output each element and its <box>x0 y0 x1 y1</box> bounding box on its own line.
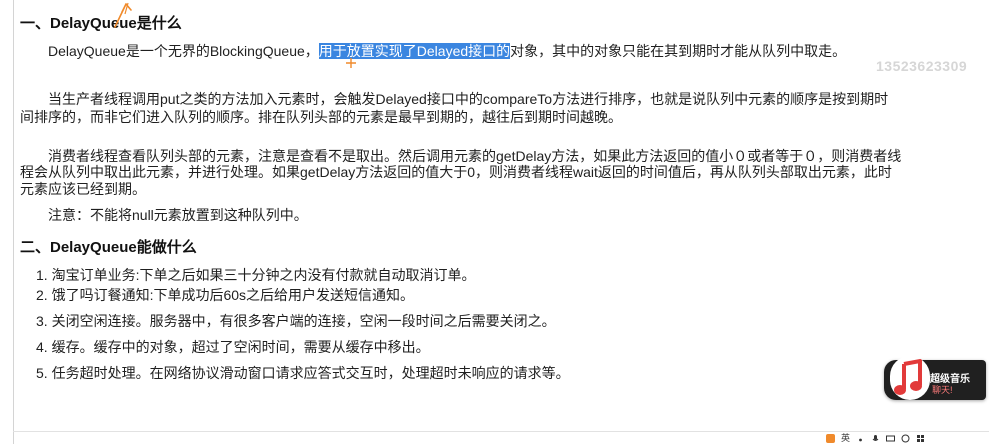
section1-paragraph3-line3: 元素应该已经到期。 <box>20 181 146 197</box>
section1-paragraph1: DelayQueue是一个无界的BlockingQueue，用于放置实现了Del… <box>48 43 846 60</box>
list-item: 3. 关闭空闲连接。服务器中，有很多客户端的连接，空闲一段时间之后需要关闭之。 <box>36 313 556 329</box>
section1-paragraph3-line2: 程会从队列中取出此元素，并进行处理。如果getDelay方法返回的值大于0，则消… <box>20 164 892 180</box>
section1-paragraph3-line1: 消费者线程查看队列头部的元素，注意是查看不是取出。然后调用元素的getDelay… <box>48 148 902 164</box>
section1-heading: 一、DelayQueue是什么 <box>20 15 182 32</box>
section2-heading: 二、DelayQueue能做什么 <box>20 239 197 256</box>
left-border <box>13 0 14 444</box>
grid-icon[interactable] <box>916 434 925 443</box>
bottom-border <box>13 431 989 432</box>
sogou-icon[interactable] <box>826 434 835 443</box>
list-item: 2. 饿了吗订餐通知:下单成功后60s之后给用户发送短信通知。 <box>36 287 415 303</box>
p1-text-after: 对象，其中的对象只能在其到期时才能从队列中取走。 <box>510 43 847 59</box>
list-item: 5. 任务超时处理。在网络协议滑动窗口请求应答式交互时，处理超时未响应的请求等。 <box>36 365 570 381</box>
section1-note: 注意：不能将null元素放置到这种队列中。 <box>48 207 308 223</box>
ime-toolbar[interactable]: 英 <box>826 433 925 444</box>
skin-icon[interactable] <box>901 434 910 443</box>
section1-paragraph2-line2: 间排序的，而非它们进入队列的顺序。排在队列头部的元素是最早到期的，越往后到期时间… <box>20 109 622 125</box>
section1-paragraph2-line1: 当生产者线程调用put之类的方法加入元素时，会触发Delayed接口中的comp… <box>48 91 889 107</box>
music-note-icon <box>890 356 930 400</box>
floating-widget[interactable]: 超级音乐 聊天! <box>884 356 986 400</box>
list-item: 1. 淘宝订单业务:下单之后如果三十分钟之内没有付款就自动取消订单。 <box>36 267 476 283</box>
input-language-label[interactable]: 英 <box>841 434 850 443</box>
list-item: 4. 缓存。缓存中的对象，超过了空闲时间，需要从缓存中移出。 <box>36 339 430 355</box>
widget-subtitle: 聊天! <box>932 385 953 395</box>
selected-text[interactable]: 用于放置实现了Delayed接口的 <box>318 43 511 59</box>
keyboard-icon[interactable] <box>886 434 896 443</box>
crosshair-icon <box>346 58 356 68</box>
mouse-pointer-icon <box>114 2 132 28</box>
p1-text-before: DelayQueue是一个无界的BlockingQueue， <box>48 43 319 59</box>
microphone-icon[interactable] <box>871 434 880 443</box>
punctuation-icon[interactable] <box>856 434 865 443</box>
watermark: 13523623309 <box>876 58 968 74</box>
